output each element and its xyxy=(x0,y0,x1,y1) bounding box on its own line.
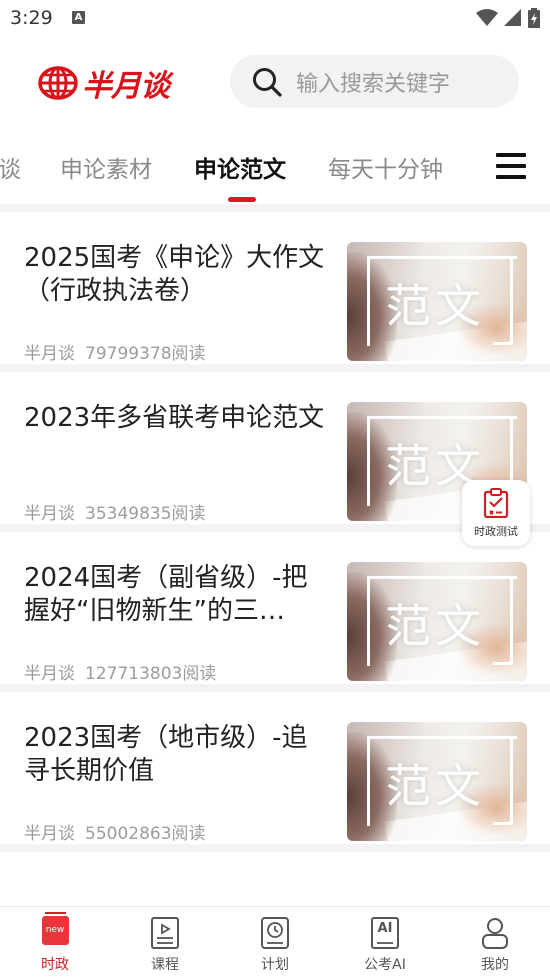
article-title: 2024国考（副省级）-把握好“旧物新生”的三… xyxy=(24,563,308,626)
wifi-icon xyxy=(476,9,498,26)
notification-a-icon: A xyxy=(72,11,85,24)
nav-label: 课程 xyxy=(151,957,179,973)
nav-label: 我的 xyxy=(481,957,509,973)
app-logo: 半月谈 xyxy=(38,61,170,105)
article-thumbnail: 范文 xyxy=(347,562,527,681)
tab-ten-minutes-daily[interactable]: 每天十分钟 xyxy=(328,150,443,184)
thumbnail-label: 范文 xyxy=(385,279,485,333)
article-source: 半月谈 xyxy=(24,824,75,844)
app-header: 半月谈 输入搜索关键字 xyxy=(0,55,550,111)
tab-essay-materials[interactable]: 申论素材 xyxy=(60,150,152,184)
nav-item-profile[interactable]: 我的 xyxy=(440,907,550,979)
article-reads: 127713803阅读 xyxy=(85,664,217,684)
article-thumbnail: 范文 xyxy=(347,242,527,361)
article-thumbnail: 范文 xyxy=(347,722,527,841)
ai-icon: AI xyxy=(368,916,402,950)
article-item[interactable]: 2024国考（副省级）-把握好“旧物新生”的三… 半月谈 127713803阅读 … xyxy=(0,532,550,692)
signal-icon xyxy=(504,9,521,26)
nav-label: 计划 xyxy=(261,957,289,973)
thumbnail-label: 范文 xyxy=(385,599,485,653)
nav-item-news[interactable]: new 时政 xyxy=(0,907,110,979)
course-icon xyxy=(148,916,182,950)
divider xyxy=(0,204,550,212)
profile-icon xyxy=(478,916,512,950)
search-bar[interactable]: 输入搜索关键字 xyxy=(230,55,519,108)
logo-text: 半月谈 xyxy=(82,69,170,104)
nav-item-ai[interactable]: AI 公考AI xyxy=(330,907,440,979)
article-title: 2023年多省联考申论范文 xyxy=(24,403,325,433)
bottom-navigation: new 时政 课程 计划 AI 公考AI 我的 xyxy=(0,906,550,979)
status-bar: 3:29 A xyxy=(0,0,550,38)
news-icon: new xyxy=(38,912,72,950)
quiz-button-label: 时政测试 xyxy=(474,525,518,538)
article-item[interactable]: 2025国考《申论》大作文（行政执法卷） 半月谈 79799378阅读 范文 xyxy=(0,212,550,372)
search-placeholder: 输入搜索关键字 xyxy=(296,71,451,97)
status-icons xyxy=(476,8,540,28)
plan-icon xyxy=(258,916,292,950)
nav-label: 公考AI xyxy=(364,957,406,973)
tab-essay-samples[interactable]: 申论范文 xyxy=(194,150,286,184)
battery-icon xyxy=(528,8,540,28)
article-item[interactable]: 2023国考（地市级）-追寻长期价值 半月谈 55002863阅读 范文 xyxy=(0,692,550,852)
article-title: 2025国考《申论》大作文（行政执法卷） xyxy=(24,243,325,306)
article-source: 半月谈 xyxy=(24,344,75,364)
status-time: 3:29 xyxy=(10,7,53,29)
article-source: 半月谈 xyxy=(24,664,75,684)
nav-item-plan[interactable]: 计划 xyxy=(220,907,330,979)
clipboard-check-icon xyxy=(483,488,509,519)
article-source: 半月谈 xyxy=(24,504,75,524)
tab-truncated[interactable]: 谈 xyxy=(0,150,21,184)
nav-item-course[interactable]: 课程 xyxy=(110,907,220,979)
article-reads: 79799378阅读 xyxy=(85,344,206,364)
search-icon xyxy=(253,67,282,97)
article-meta: 半月谈 127713803阅读 xyxy=(24,659,216,684)
category-tabs: 谈 申论素材 申论范文 每天十分钟 xyxy=(0,140,550,202)
article-reads: 35349835阅读 xyxy=(85,504,206,524)
new-badge: new xyxy=(41,912,69,945)
globe-logo-icon xyxy=(38,66,78,100)
ai-icon-text: AI xyxy=(377,921,393,936)
article-meta: 半月谈 55002863阅读 xyxy=(24,819,206,844)
nav-label: 时政 xyxy=(41,957,69,973)
article-title: 2023国考（地市级）-追寻长期价值 xyxy=(24,723,308,786)
article-meta: 半月谈 79799378阅读 xyxy=(24,339,206,364)
menu-icon[interactable] xyxy=(496,153,526,181)
thumbnail-label: 范文 xyxy=(385,759,485,813)
current-affairs-quiz-button[interactable]: 时政测试 xyxy=(462,480,530,546)
article-reads: 55002863阅读 xyxy=(85,824,206,844)
active-tab-indicator xyxy=(228,197,256,202)
article-meta: 半月谈 35349835阅读 xyxy=(24,499,206,524)
